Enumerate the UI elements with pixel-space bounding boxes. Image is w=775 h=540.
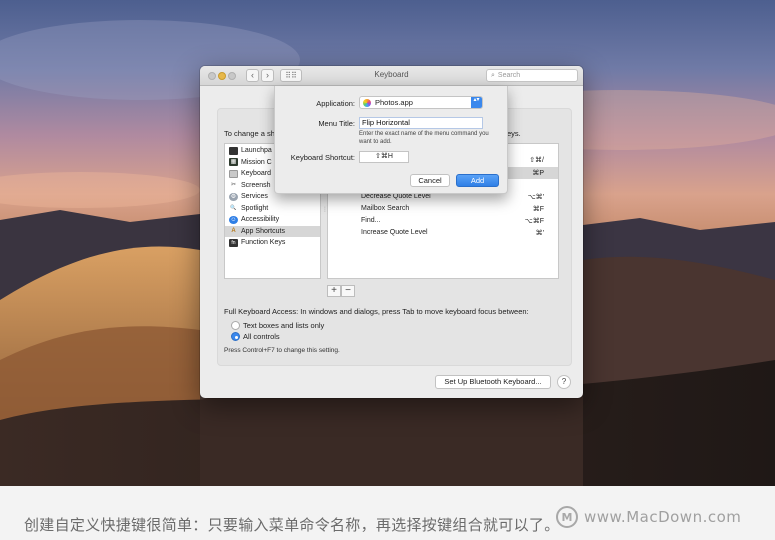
category-label: App Shortcuts <box>241 227 285 235</box>
category-label: Services <box>241 193 268 200</box>
panel-instruction-left: To change a sh <box>224 129 275 138</box>
panel-instruction-right: eys. <box>507 129 521 138</box>
category-label: Keyboard <box>241 170 271 177</box>
table-row[interactable]: Increase Quote Level ⌘' <box>328 227 558 239</box>
category-function-keys[interactable]: fn Function Keys <box>225 237 320 248</box>
shortcut-name: Increase Quote Level <box>361 229 428 236</box>
keyboard-shortcut-field[interactable]: ⇧⌘H <box>359 151 409 163</box>
category-app-shortcuts[interactable]: A App Shortcuts <box>225 225 320 237</box>
setup-bluetooth-keyboard-button[interactable]: Set Up Bluetooth Keyboard... <box>435 375 551 389</box>
radio-label: Text boxes and lists only <box>243 321 325 330</box>
function-keys-icon: fn <box>229 238 238 247</box>
watermark: M www.MacDown.com <box>556 506 741 528</box>
add-shortcut-sheet: Application: Photos.app ▴▾ Menu Title: F… <box>274 86 508 194</box>
shortcut-keys: ⌥⌘' <box>527 194 544 201</box>
table-row[interactable]: Find... ⌥⌘F <box>328 215 558 227</box>
photos-app-icon <box>363 98 371 107</box>
radio-label: All controls <box>243 332 280 341</box>
cancel-button[interactable]: Cancel <box>410 174 450 187</box>
chevron-updown-icon: ▴▾ <box>471 97 482 108</box>
category-label: Function Keys <box>241 239 286 246</box>
search-icon: ⌕ <box>491 72 495 79</box>
add-button[interactable]: Add <box>456 174 499 187</box>
keyboard-access-note: Press Control+F7 to change this setting. <box>224 347 340 354</box>
keyboard-shortcut-label: Keyboard Shortcut: <box>290 153 355 162</box>
category-label: Accessibility <box>241 216 280 223</box>
category-label: Launchpa <box>241 147 272 154</box>
caption-bar: 创建自定义快捷键很简单：只要输入菜单命令名称，再选择按键组合就可以了。 M ww… <box>0 486 775 540</box>
shortcut-name: Find... <box>361 217 381 224</box>
shortcut-keys: ⌘P <box>532 170 544 177</box>
keyboard-icon <box>229 169 238 178</box>
category-label: Spotlight <box>241 204 269 212</box>
watermark-text: www.MacDown.com <box>584 508 742 526</box>
shortcut-keys: ⌥⌘F <box>524 218 544 225</box>
remove-shortcut-button[interactable]: − <box>341 285 355 297</box>
help-button[interactable]: ? <box>557 375 571 389</box>
add-shortcut-button[interactable]: + <box>327 285 341 297</box>
app-shortcuts-icon: A <box>231 228 236 234</box>
radio-text-boxes-only[interactable]: Text boxes and lists only <box>231 321 324 330</box>
search-field[interactable]: ⌕ Search <box>486 69 578 82</box>
full-keyboard-access-label: Full Keyboard Access: In windows and dia… <box>224 307 529 316</box>
spotlight-icon: 🔍 <box>230 205 237 211</box>
menu-title-label: Menu Title: <box>318 119 355 128</box>
shortcut-keys: ⌘F <box>532 206 544 213</box>
accessibility-icon: ☺ <box>229 215 238 224</box>
menu-title-input[interactable]: Flip Horizontal <box>359 117 483 129</box>
radio-button-selected[interactable] <box>231 332 240 341</box>
shortcut-keys: ⌘' <box>535 230 544 237</box>
menu-title-hint: Enter the exact name of the menu command… <box>359 131 489 145</box>
search-placeholder: Search <box>497 72 521 79</box>
shortcut-name: Mailbox Search <box>361 205 410 212</box>
caption-text: 创建自定义快捷键很简单：只要输入菜单命令名称，再选择按键组合就可以了。 <box>24 516 560 534</box>
category-spotlight[interactable]: 🔍 Spotlight <box>225 203 320 214</box>
category-accessibility[interactable]: ☺ Accessibility <box>225 214 320 225</box>
radio-all-controls[interactable]: All controls <box>231 332 280 341</box>
radio-button[interactable] <box>231 321 240 330</box>
application-label: Application: <box>316 99 355 108</box>
services-gear-icon: ⚙ <box>229 192 238 201</box>
table-add-remove-controls: + − <box>327 285 355 297</box>
title-bar[interactable]: ‹ › ⠿⠿ Keyboard ⌕ Search <box>200 66 583 86</box>
launchpad-icon <box>229 146 238 155</box>
mission-control-icon: ▦ <box>229 158 238 166</box>
table-row[interactable]: Mailbox Search ⌘F <box>328 203 558 215</box>
shortcut-keys: ⇧⌘/ <box>529 157 544 164</box>
macdown-logo-icon: M <box>556 506 578 528</box>
application-popup[interactable]: Photos.app ▴▾ <box>359 96 483 109</box>
shortcut-name: Decrease Quote Level <box>361 193 431 200</box>
category-label: Mission C <box>241 158 272 166</box>
category-label: Screensh <box>241 181 271 189</box>
screenshot-icon: ✂ <box>230 182 237 188</box>
application-value: Photos.app <box>375 98 413 107</box>
